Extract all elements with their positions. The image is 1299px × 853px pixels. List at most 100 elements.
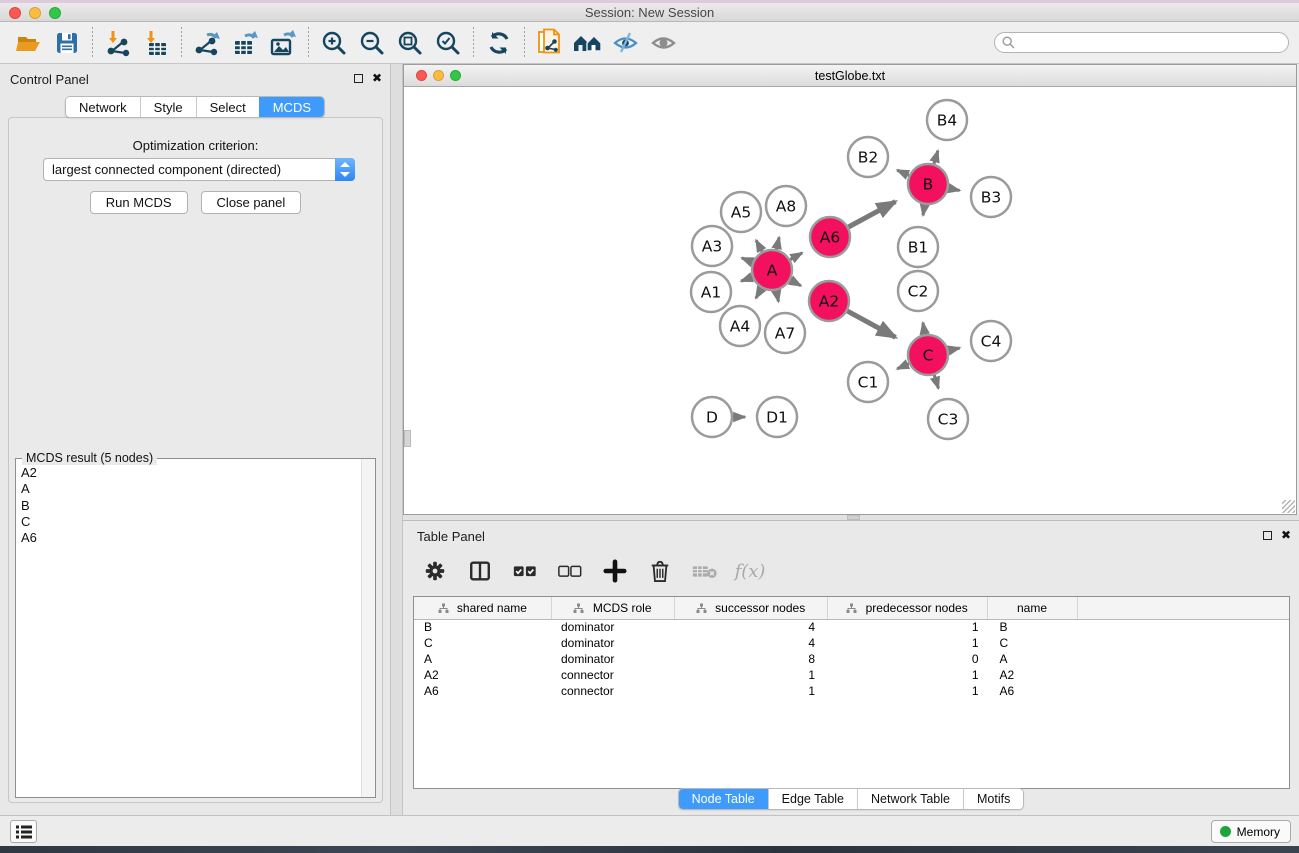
close-panel-icon[interactable]: ✖ [372, 73, 382, 83]
float-panel-icon[interactable] [354, 74, 363, 83]
table-cell[interactable]: 8 [674, 651, 827, 667]
apply-layout-button[interactable] [480, 26, 518, 60]
close-panel-icon[interactable]: ✖ [1281, 530, 1291, 540]
graph-edge[interactable] [742, 258, 753, 262]
network-canvas[interactable]: B4B2BB3A5A8A6A3B1AA1C2A2A4A7C4CC1DD1C3 [404, 87, 1296, 514]
tab-edge-table[interactable]: Edge Table [768, 789, 857, 809]
graph-edge[interactable] [776, 237, 779, 249]
graph-edge[interactable] [934, 151, 938, 164]
select-all-columns-button[interactable] [511, 557, 539, 585]
table-cell[interactable]: A2 [987, 667, 1077, 683]
graph-edge[interactable] [923, 205, 925, 216]
graph-edge[interactable] [847, 311, 895, 337]
table-cell[interactable]: 4 [674, 635, 827, 651]
new-network-file-button[interactable] [531, 26, 569, 60]
vertical-splitter[interactable] [390, 64, 403, 815]
zoom-fit-button[interactable] [391, 26, 429, 60]
mcds-result-item[interactable]: A [21, 481, 361, 497]
memory-button[interactable]: Memory [1211, 820, 1291, 843]
table-cell[interactable] [1077, 667, 1290, 683]
table-cell[interactable]: 1 [827, 619, 987, 635]
mcds-result-item[interactable]: A6 [21, 530, 361, 546]
table-cell[interactable]: dominator [551, 635, 674, 651]
add-column-button[interactable] [601, 557, 629, 585]
resize-grip-icon[interactable] [1282, 500, 1295, 513]
show-visual-button[interactable] [645, 26, 683, 60]
table-row[interactable]: Cdominator41C [414, 635, 1290, 651]
run-mcds-button[interactable]: Run MCDS [90, 191, 188, 214]
graph-edge[interactable] [756, 288, 762, 298]
window-edge-handle[interactable] [404, 430, 411, 447]
table-cell[interactable]: B [987, 619, 1077, 635]
scrollbar[interactable] [361, 459, 375, 797]
mcds-result-item[interactable]: B [21, 498, 361, 514]
column-header-name[interactable]: name [987, 597, 1077, 619]
tab-motifs[interactable]: Motifs [963, 789, 1023, 809]
graph-edge[interactable] [741, 277, 752, 281]
mcds-result-item[interactable]: C [21, 514, 361, 530]
table-cell[interactable] [1077, 683, 1290, 699]
delete-table-button[interactable] [691, 557, 719, 585]
graph-edge[interactable] [790, 280, 800, 286]
export-table-button[interactable] [226, 26, 264, 60]
graph-edge[interactable] [897, 170, 909, 175]
tab-node-table[interactable]: Node Table [679, 789, 768, 809]
table-row[interactable]: Adominator80A [414, 651, 1290, 667]
column-header-predecessor-nodes[interactable]: predecessor nodes [827, 597, 987, 619]
close-panel-button[interactable]: Close panel [201, 191, 302, 214]
export-image-button[interactable] [264, 26, 302, 60]
table-cell[interactable] [1077, 635, 1290, 651]
graph-edge[interactable] [948, 348, 959, 350]
column-header-shared-name[interactable]: shared name [414, 597, 551, 619]
show-panels-button[interactable] [569, 26, 607, 60]
graph-edge[interactable] [790, 253, 802, 260]
graph-edge[interactable] [949, 188, 960, 190]
zoom-out-button[interactable] [353, 26, 391, 60]
import-table-button[interactable] [137, 26, 175, 60]
graph-edge[interactable] [923, 323, 925, 335]
table-cell[interactable]: 1 [674, 667, 827, 683]
graph-edge[interactable] [848, 202, 895, 227]
tab-mcds[interactable]: MCDS [259, 97, 324, 117]
column-header-mcds-role[interactable]: MCDS role [551, 597, 674, 619]
table-cell[interactable]: A [414, 651, 551, 667]
table-cell[interactable]: 4 [674, 619, 827, 635]
table-cell[interactable]: 1 [827, 683, 987, 699]
zoom-in-button[interactable] [315, 26, 353, 60]
search-input[interactable] [994, 32, 1289, 53]
show-columns-button[interactable] [466, 557, 494, 585]
table-cell[interactable]: A6 [987, 683, 1077, 699]
table-cell[interactable]: C [987, 635, 1077, 651]
save-session-button[interactable] [48, 26, 86, 60]
tab-network[interactable]: Network [66, 97, 140, 117]
table-cell[interactable]: 1 [827, 635, 987, 651]
export-network-button[interactable] [188, 26, 226, 60]
import-network-button[interactable] [99, 26, 137, 60]
table-cell[interactable]: connector [551, 667, 674, 683]
deselect-all-columns-button[interactable] [556, 557, 584, 585]
hide-visual-button[interactable] [607, 26, 645, 60]
open-folder-button[interactable] [10, 26, 48, 60]
tab-style[interactable]: Style [140, 97, 196, 117]
zoom-selected-button[interactable] [429, 26, 467, 60]
column-header-successor-nodes[interactable]: successor nodes [674, 597, 827, 619]
table-cell[interactable]: dominator [551, 651, 674, 667]
task-history-button[interactable] [10, 820, 37, 843]
table-row[interactable]: A2connector11A2 [414, 667, 1290, 683]
function-builder-button[interactable]: f(x) [736, 557, 764, 585]
table-cell[interactable]: 1 [827, 667, 987, 683]
delete-column-button[interactable] [646, 557, 674, 585]
table-options-button[interactable] [421, 557, 449, 585]
table-cell[interactable]: connector [551, 683, 674, 699]
tab-network-table[interactable]: Network Table [857, 789, 963, 809]
table-cell[interactable]: A2 [414, 667, 551, 683]
graph-edge[interactable] [776, 291, 778, 302]
graph-edge[interactable] [934, 375, 938, 388]
float-panel-icon[interactable] [1263, 531, 1272, 540]
table-cell[interactable] [1077, 619, 1290, 635]
table-cell[interactable]: C [414, 635, 551, 651]
table-cell[interactable] [1077, 651, 1290, 667]
graph-edge[interactable] [897, 364, 909, 369]
mcds-result-item[interactable]: A2 [21, 465, 361, 481]
table-cell[interactable]: 0 [827, 651, 987, 667]
